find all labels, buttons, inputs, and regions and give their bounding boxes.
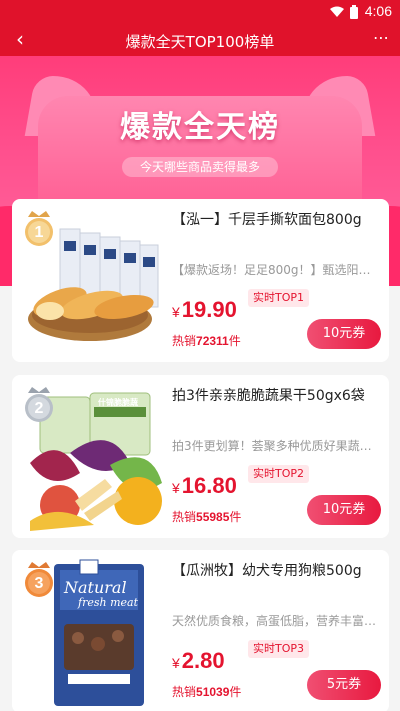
nav-bar: ‹ 爆款全天TOP100榜单 ⋯ xyxy=(0,24,400,56)
status-time: 4:06 xyxy=(364,3,392,19)
page-title: 爆款全天TOP100榜单 xyxy=(125,33,275,51)
sold-number: 72311 xyxy=(196,334,229,348)
rank-number: 2 xyxy=(34,400,44,417)
product-price: ¥16.80 xyxy=(172,473,237,499)
product-card[interactable]: 什锦脆脆蔬 2 拍3件亲亲脆脆蔬果干50gx6袋 拍3件更划算！荟聚多种优质好果… xyxy=(12,375,389,538)
sold-number: 55985 xyxy=(196,510,230,524)
hero-subtitle: 今天哪些商品卖得最多 xyxy=(122,157,278,177)
wifi-icon xyxy=(330,6,344,17)
sold-suffix: 件 xyxy=(229,685,242,699)
product-price: ¥19.90 xyxy=(172,297,237,323)
rank-badge: 实时TOP1 xyxy=(248,289,310,307)
price-symbol: ¥ xyxy=(172,304,180,320)
product-price: ¥2.80 xyxy=(172,648,225,674)
status-bar: 4:06 xyxy=(0,0,400,24)
price-symbol: ¥ xyxy=(172,480,180,496)
package-label-fresh: fresh meat xyxy=(78,596,138,609)
more-dots-icon[interactable]: ⋯ xyxy=(373,28,390,47)
sold-suffix: 件 xyxy=(229,510,242,524)
product-desc: 【爆款返场！足足800g！】甄选阳光… xyxy=(172,263,382,277)
coupon-button[interactable]: 10元券 xyxy=(307,319,381,349)
coupon-button[interactable]: 5元券 xyxy=(307,670,381,700)
sold-prefix: 热销 xyxy=(172,334,197,348)
product-name[interactable]: 拍3件亲亲脆脆蔬果干50gx6袋 xyxy=(172,385,377,405)
rank-number: 3 xyxy=(34,575,44,592)
sold-count: 热销55985件 xyxy=(172,508,241,525)
battery-icon xyxy=(350,5,358,19)
sold-prefix: 热销 xyxy=(172,685,197,699)
product-name[interactable]: 【瓜洲牧】幼犬专用狗粮500g xyxy=(172,560,377,580)
package-label: 什锦脆脆蔬 xyxy=(98,398,138,407)
product-card[interactable]: 1 【泓一】千层手撕软面包800g 【爆款返场！足足800g！】甄选阳光… ¥1… xyxy=(12,199,389,362)
sold-count: 热销51039件 xyxy=(172,683,241,700)
product-card[interactable]: Natural fresh meat 3 【瓜洲牧】幼犬专用狗粮500g 天然优… xyxy=(12,550,389,711)
product-name[interactable]: 【泓一】千层手撕软面包800g xyxy=(172,209,377,229)
hero-title: 爆款全天榜 xyxy=(120,110,280,145)
sold-count: 热销72311件 xyxy=(172,332,241,349)
package-label-natural: Natural xyxy=(64,578,127,597)
rank-badge: 实时TOP3 xyxy=(248,640,310,658)
price-value: 19.90 xyxy=(181,297,237,322)
sold-prefix: 热销 xyxy=(172,510,197,524)
rank-badge: 实时TOP2 xyxy=(248,465,310,483)
product-desc: 拍3件更划算！荟聚多种优质好果蔬… xyxy=(172,439,372,453)
sold-suffix: 件 xyxy=(228,334,241,348)
rank-number: 1 xyxy=(34,224,44,241)
coupon-button[interactable]: 10元券 xyxy=(307,495,381,525)
sold-number: 51039 xyxy=(196,685,230,699)
price-value: 2.80 xyxy=(181,648,225,673)
price-value: 16.80 xyxy=(181,473,237,498)
product-desc: 天然优质食粮，高蛋低脂，营养丰富… xyxy=(172,614,377,628)
price-symbol: ¥ xyxy=(172,655,180,671)
